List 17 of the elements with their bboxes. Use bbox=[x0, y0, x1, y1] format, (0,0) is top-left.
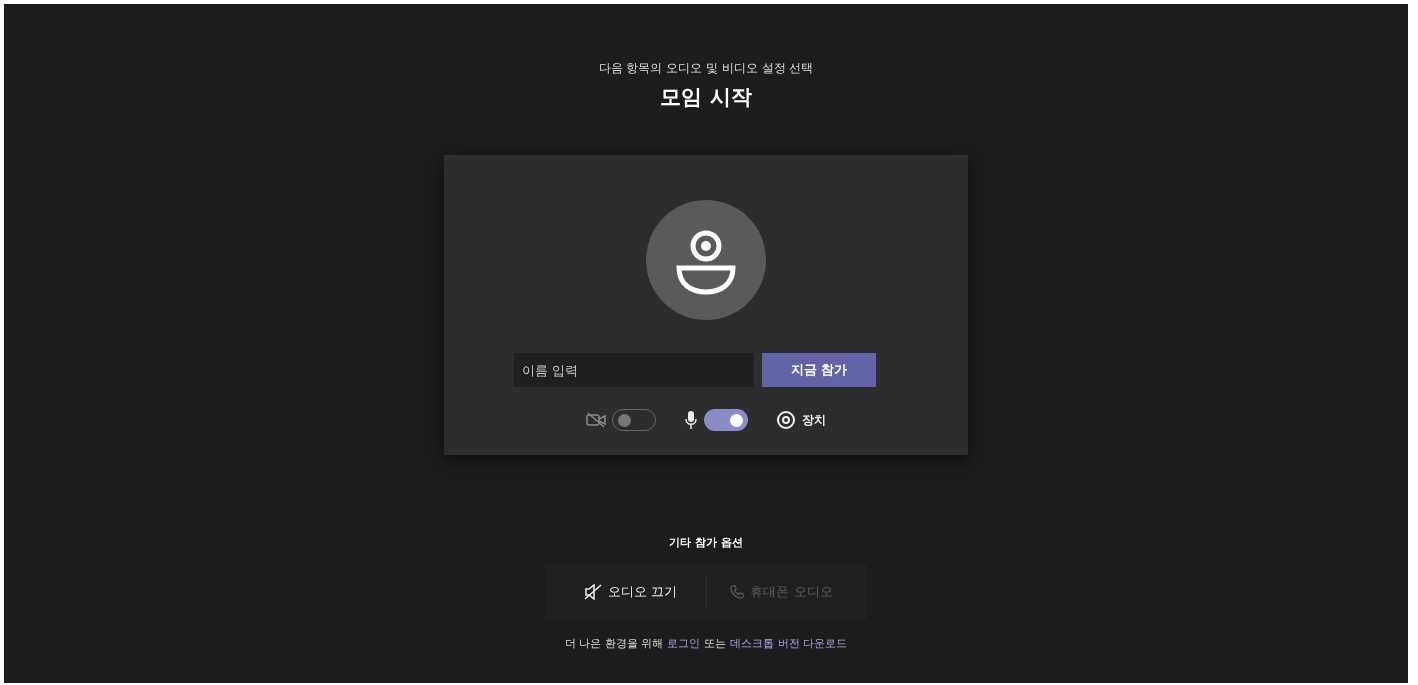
footer-text: 더 나은 환경을 위해 bbox=[564, 636, 664, 651]
page-title: 모임 시작 bbox=[660, 84, 752, 111]
other-options-label: 기타 참가 옵션 bbox=[669, 535, 743, 550]
toggle-switch[interactable] bbox=[704, 409, 748, 431]
footer-link[interactable]: 로그인 bbox=[667, 636, 701, 651]
avatar-icon bbox=[646, 200, 766, 320]
join-now-button[interactable]: 지금 참가 bbox=[762, 353, 876, 387]
subtitle: 다음 항목의 오디오 및 비디오 설정 선택 bbox=[598, 60, 814, 77]
speaker-off-icon bbox=[583, 584, 602, 600]
device-settings-button[interactable]: 장치 bbox=[776, 410, 826, 430]
name-input-field[interactable]: 이름 입력 bbox=[514, 353, 754, 387]
footer-link[interactable]: 데스크톱 버전 다운로드 bbox=[730, 636, 848, 651]
microphone-icon bbox=[684, 410, 698, 430]
camera-off-icon bbox=[586, 412, 606, 428]
audio-off-button[interactable]: 오디오 끄기 bbox=[555, 564, 706, 620]
footer-text: 또는 bbox=[704, 636, 727, 651]
phone-icon bbox=[730, 585, 745, 599]
